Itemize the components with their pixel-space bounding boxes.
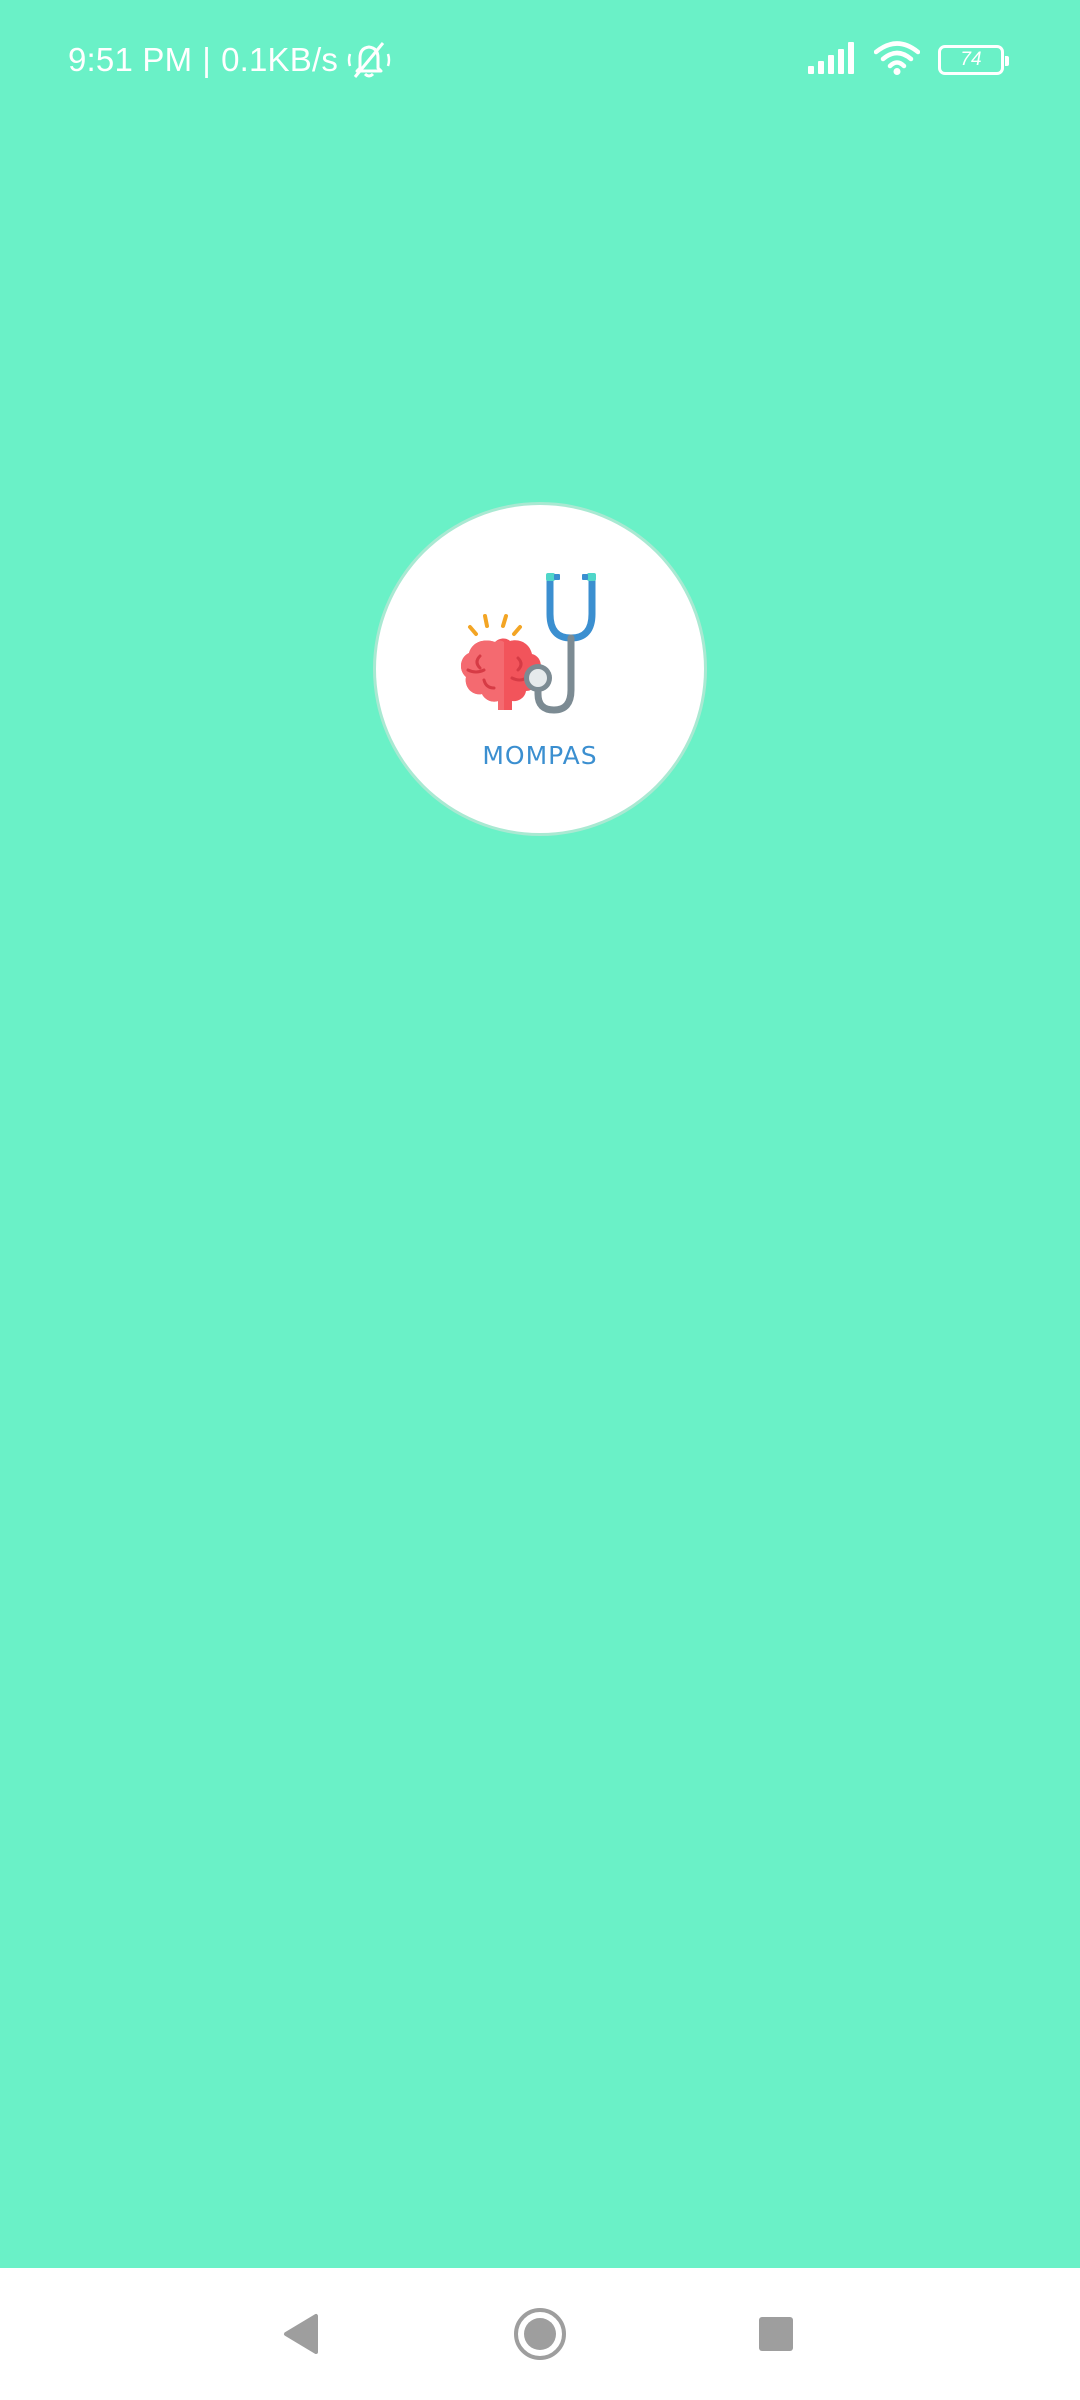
logo-graphic <box>460 573 596 714</box>
app-logo: MOMPAS <box>376 505 704 833</box>
splash-screen: 9:51 PM | 0.1KB/s 74 MOMPAS <box>0 0 1080 2400</box>
network-speed: 0.1KB/s <box>221 41 339 78</box>
navigation-bar <box>0 2268 1080 2400</box>
status-time: 9:51 PM <box>68 41 193 78</box>
logo-text: MOMPAS <box>482 741 598 770</box>
back-icon <box>284 2314 318 2354</box>
signal-icon <box>808 41 856 79</box>
back-button[interactable] <box>268 2302 332 2366</box>
status-left: 9:51 PM | 0.1KB/s <box>68 36 392 84</box>
status-separator: | <box>202 41 212 78</box>
status-bar: 9:51 PM | 0.1KB/s 74 <box>0 0 1080 120</box>
status-right: 74 <box>808 38 1009 82</box>
spark-icon <box>468 614 522 636</box>
home-button[interactable] <box>508 2302 572 2366</box>
mute-icon <box>346 40 392 80</box>
battery-level: 74 <box>960 49 982 70</box>
home-icon <box>514 2308 566 2360</box>
wifi-icon <box>873 40 921 80</box>
battery-icon: 74 <box>938 45 1009 75</box>
recents-button[interactable] <box>744 2302 808 2366</box>
recents-icon <box>759 2317 793 2351</box>
stethoscope-icon <box>524 573 596 714</box>
